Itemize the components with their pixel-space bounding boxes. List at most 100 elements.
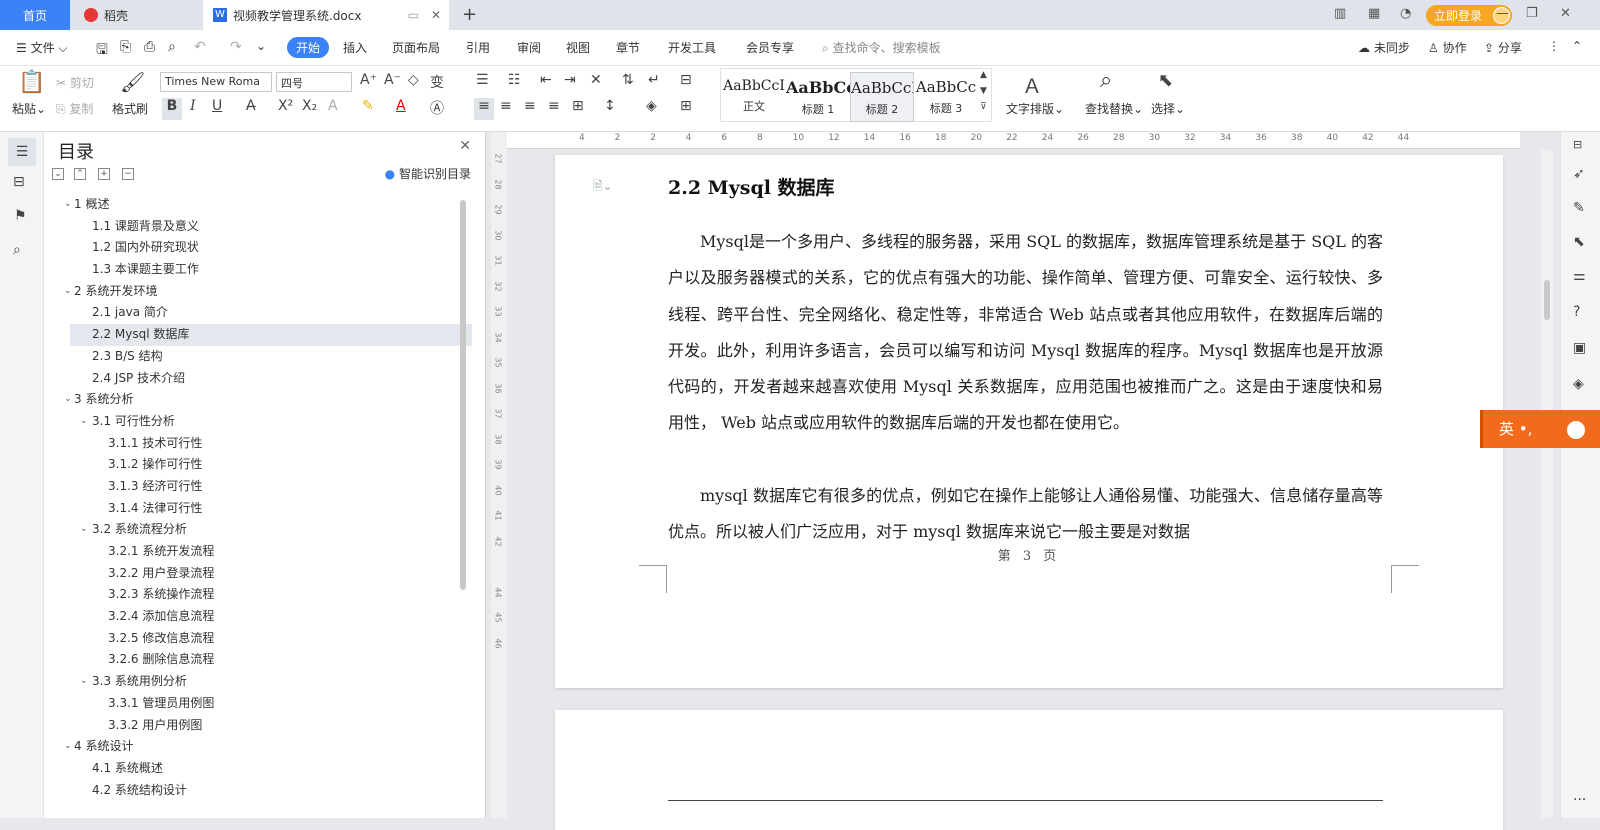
tab-document[interactable]: W 视频教学管理系统.docx ▭ ✕ [203, 0, 449, 30]
chevron-down-icon[interactable]: ⌄ [64, 281, 72, 303]
print-preview-icon[interactable]: ⌕ [168, 39, 176, 55]
search-panel-icon[interactable]: ⌕ [13, 242, 21, 258]
toc-item[interactable]: 3.1.2 操作可行性 [70, 454, 472, 476]
style-heading-1[interactable]: AaBbCc 标题 1 [786, 72, 850, 122]
toc-item[interactable]: 3.2.2 用户登录流程 [70, 563, 472, 585]
underline-icon[interactable]: U [212, 98, 222, 114]
copy-button[interactable]: ⎘ 复制 [56, 100, 93, 117]
horizontal-ruler[interactable]: 4 2 2 4 6 8 10 12 14 16 18 20 22 24 26 28 30 32 34 36 38 40 42… [507, 132, 1520, 149]
clear-format-icon[interactable]: ◇ [408, 72, 419, 88]
sync-status[interactable]: ☁ 未同步 [1358, 39, 1410, 56]
menu-page-layout[interactable]: 页面布局 [392, 39, 440, 56]
redo-icon[interactable]: ↷ [230, 39, 242, 55]
image-icon[interactable]: ▣ [1573, 340, 1586, 356]
print-icon[interactable]: ⎙ [144, 39, 155, 55]
chevron-down-icon[interactable]: ⌄ [80, 411, 88, 433]
file-menu[interactable]: ☰ 文件 ⌵ [16, 39, 68, 56]
align-right-icon[interactable]: ≡ [524, 98, 536, 114]
line-spacing-icon[interactable]: ↕ [604, 98, 616, 114]
chevron-down-icon[interactable]: ⌄ [80, 671, 88, 693]
toc-item[interactable]: 3.2.5 修改信息流程 [70, 628, 472, 650]
undo-icon[interactable]: ↶ [194, 39, 206, 55]
vertical-ruler[interactable]: 27 28 29 30 31 32 33 34 35 36 37 38 39 40 41 42 44 45 46 [491, 132, 507, 818]
font-color-icon[interactable]: A [396, 98, 406, 114]
cursor-icon[interactable]: ⬉ [1573, 234, 1585, 250]
command-search[interactable]: ⌕ 查找命令、搜索模板 [822, 39, 941, 56]
toc-item[interactable]: 4.1 系统概述 [70, 758, 472, 780]
show-marks-icon[interactable]: ↵ [648, 72, 660, 88]
highlight-icon[interactable]: ✎ [362, 98, 374, 114]
toc-item[interactable]: 3.2.4 添加信息流程 [70, 606, 472, 628]
sort-icon[interactable]: ⇅ [622, 72, 634, 88]
ime-toolbar[interactable]: 英 •, [1480, 410, 1600, 448]
toc-item[interactable]: ⌄ 3.1 可行性分析 [70, 411, 472, 433]
menu-member[interactable]: 会员专享 [746, 39, 794, 56]
rocket-icon[interactable]: ➶ [1573, 166, 1585, 182]
more-tools-icon[interactable]: ··· [1573, 792, 1586, 808]
toc-close-icon[interactable]: ✕ [459, 138, 471, 154]
toc-item[interactable]: 3.2.1 系统开发流程 [70, 541, 472, 563]
menu-start[interactable]: 开始 [287, 37, 330, 58]
toc-item[interactable]: 2.1 java 简介 [70, 302, 472, 324]
grow-font-icon[interactable]: A⁺ [360, 72, 377, 88]
toc-item[interactable]: 3.1.4 法律可行性 [70, 498, 472, 520]
toc-scrollbar[interactable] [460, 200, 466, 590]
toc-expand-all-icon[interactable]: ⌃ [74, 168, 86, 180]
select-button[interactable]: 选择⌄ [1151, 100, 1185, 117]
pen-icon[interactable]: ✎ [1573, 200, 1585, 216]
menu-references[interactable]: 引用 [466, 39, 490, 56]
menu-review[interactable]: 审阅 [517, 39, 541, 56]
tab-marks-icon[interactable]: ⊟ [680, 72, 692, 88]
toc-item[interactable]: ⌄ 3.3 系统用例分析 [70, 671, 472, 693]
superscript-icon[interactable]: X² [278, 98, 293, 114]
collab-button[interactable]: ♙ 协作 [1428, 39, 1467, 56]
style-more-icon[interactable]: ⊽ [980, 102, 987, 112]
tab-daoke[interactable]: 稻壳 [72, 0, 200, 30]
find-replace-icon[interactable]: ⌕ [1100, 68, 1112, 93]
close-tab-icon[interactable]: ✕ [431, 8, 441, 22]
toc-item[interactable]: 1.1 课题背景及意义 [70, 216, 472, 238]
menu-developer[interactable]: 开发工具 [668, 39, 716, 56]
toc-item[interactable]: ⌄ 3.2 系统流程分析 [70, 519, 472, 541]
italic-icon[interactable]: I [190, 98, 196, 114]
save-icon[interactable]: 🖫 [96, 39, 108, 63]
toc-item[interactable]: 2.2 Mysql 数据库 [70, 324, 472, 346]
document-page[interactable]: 🗎⌄ 2.2 Mysql 数据库 Mysql是一个多用户、多线程的服务器，采用 … [555, 155, 1503, 688]
menu-chapter[interactable]: 章节 [616, 39, 640, 56]
toc-item[interactable]: ⌄ 2 系统开发环境 [64, 281, 472, 303]
quick-access-more-icon[interactable]: ⌄ [256, 39, 266, 53]
find-replace-button[interactable]: 查找替换⌄ [1085, 100, 1143, 117]
text-layout-icon[interactable]: Ａ [1022, 70, 1042, 99]
text-effect-icon[interactable]: A [328, 98, 338, 114]
paragraph-handle-icon[interactable]: 🗎⌄ [593, 177, 613, 198]
select-cursor-icon[interactable]: ⬉ [1158, 70, 1173, 91]
toc-item[interactable]: 2.3 B/S 结构 [70, 346, 472, 368]
document-scrollbar[interactable] [1541, 150, 1553, 818]
style-heading-3[interactable]: AaBbCc 标题 3 [914, 72, 978, 122]
toc-item[interactable]: 3.3.1 管理员用例图 [70, 693, 472, 715]
format-painter-icon[interactable]: 🖌 [120, 70, 145, 94]
style-normal[interactable]: AaBbCcI 正文 [722, 72, 786, 122]
minimize-icon[interactable]: — [1496, 6, 1509, 21]
bookmark-icon[interactable]: ⚑ [14, 208, 27, 224]
phonetic-icon[interactable]: 变 [430, 72, 444, 92]
scroll-thumb[interactable] [1544, 280, 1550, 320]
numbering-icon[interactable]: ☷ [508, 72, 521, 88]
toc-item[interactable]: 1.2 国内外研究现状 [70, 237, 472, 259]
distribute-icon[interactable]: ⊞ [572, 98, 584, 114]
toc-add-icon[interactable]: + [98, 168, 110, 180]
style-scroll-down-icon[interactable]: ▼ [980, 86, 987, 96]
layout-icon[interactable]: ▥ [1334, 6, 1346, 21]
chevron-down-icon[interactable]: ⌄ [80, 519, 88, 541]
style-scroll-up-icon[interactable]: ▲ [980, 70, 987, 80]
toc-item[interactable]: 2.4 JSP 技术介绍 [70, 368, 472, 390]
shading-icon[interactable]: ◈ [646, 98, 657, 114]
shrink-font-icon[interactable]: A⁻ [384, 72, 401, 88]
tab-home[interactable]: 首页 [0, 0, 70, 30]
toc-nav-icon[interactable]: ☰ [8, 138, 36, 166]
bullets-icon[interactable]: ☰ [476, 72, 489, 88]
chapter-nav-icon[interactable]: ⊟ [13, 174, 25, 190]
chevron-down-icon[interactable]: ⌄ [64, 194, 72, 216]
bold-icon[interactable]: B [162, 98, 182, 120]
toc-remove-icon[interactable]: − [122, 168, 134, 180]
